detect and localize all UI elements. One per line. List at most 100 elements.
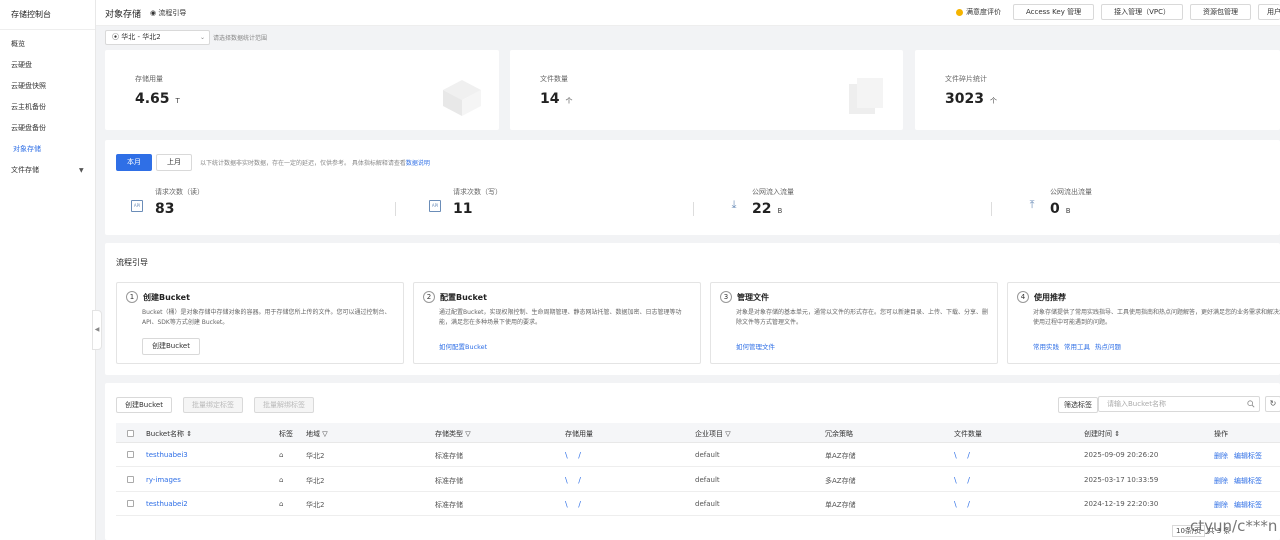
data-note-link[interactable]: 数据说明 — [406, 160, 430, 167]
sort-icon: ⇕ — [186, 430, 193, 438]
storage-type-cell: 标准存储 — [435, 501, 463, 509]
metric-outbound: ⤒ 公网流出流量 0B — [1026, 185, 1276, 225]
access-key-button[interactable]: Access Key 管理 — [1012, 4, 1095, 20]
created-cell: 2024-12-19 22:20:30 — [1084, 500, 1159, 508]
edit-tag-link[interactable]: 编辑标签 — [1234, 477, 1262, 485]
chevron-left-icon: ◀ — [94, 326, 100, 333]
row-checkbox[interactable] — [127, 476, 134, 483]
bucket-name-link[interactable]: testhuabei3 — [146, 451, 188, 459]
row-checkbox[interactable] — [127, 500, 134, 507]
filter-icon: ▽ — [465, 430, 471, 438]
practice-link[interactable]: 常用实践 — [1033, 341, 1059, 351]
redundancy-cell: 单AZ存储 — [825, 501, 856, 509]
refresh-icon: ↻ — [1269, 399, 1277, 408]
step-number: 2 — [423, 291, 435, 303]
delete-link[interactable]: 删除 — [1214, 501, 1228, 509]
sidebar-item-file-storage[interactable]: 文件存储 ▼ — [0, 160, 95, 181]
step-number: 4 — [1017, 291, 1029, 303]
resource-pack-button[interactable]: 资源包管理 — [1190, 4, 1251, 20]
eye-icon: ◉ — [150, 9, 157, 17]
loading-spinner-icon: \ / — [565, 476, 585, 485]
project-cell: default — [695, 451, 720, 459]
bucket-name-link[interactable]: testhuabei2 — [146, 500, 188, 508]
bucket-name-link[interactable]: ry-images — [146, 476, 181, 484]
stat-label: 存储用量 — [135, 75, 163, 83]
api-icon: API — [131, 200, 143, 212]
batch-bind-tag-button[interactable]: 批量绑定标签 — [182, 397, 243, 413]
filter-tag-button[interactable]: 筛选标签 — [1058, 397, 1098, 413]
satisfaction-link[interactable]: 满意度评价 — [955, 7, 1001, 17]
region-cell: 华北2 — [306, 452, 325, 460]
stat-label: 文件碎片统计 — [945, 75, 987, 83]
user-button[interactable]: 用户 — [1258, 4, 1280, 20]
vpc-access-button[interactable]: 接入管理（VPC） — [1101, 4, 1183, 20]
sidebar-item-disk-snapshot[interactable]: 云硬盘快照 — [0, 76, 95, 97]
col-tag: 标签 — [279, 430, 293, 438]
col-ops: 操作 — [1214, 430, 1228, 438]
col-storage-type[interactable]: 存储类型 ▽ — [435, 429, 471, 439]
step-title: 管理文件 — [737, 293, 769, 302]
edit-tag-link[interactable]: 编辑标签 — [1234, 501, 1262, 509]
create-bucket-button[interactable]: 创建Bucket — [116, 397, 172, 413]
filter-icon: ▽ — [322, 430, 328, 438]
metric-inbound: ⤓ 公网流入流量 22 B — [728, 185, 978, 225]
period-tip: 以下统计数据非实时数据，存在一定的延迟，仅供参考。 具体指标解释请查看数据说明 — [200, 160, 430, 167]
delete-link[interactable]: 删除 — [1214, 477, 1228, 485]
sidebar-item-vm-backup[interactable]: 云主机备份 — [0, 97, 95, 118]
tools-link[interactable]: 常用工具 — [1064, 341, 1090, 351]
tag-icon[interactable]: ⌂ — [279, 476, 283, 484]
delete-link[interactable]: 删除 — [1214, 452, 1228, 460]
sidebar-item-object-storage[interactable]: 对象存储 — [0, 139, 95, 160]
config-bucket-link[interactable]: 如何配置Bucket — [439, 341, 487, 351]
created-cell: 2025-09-09 20:26:20 — [1084, 451, 1159, 459]
api-icon: API — [429, 200, 441, 212]
upload-icon: ⤒ — [1029, 198, 1035, 211]
refresh-button[interactable]: ↻ — [1265, 396, 1280, 412]
ops-cell: 删除 编辑标签 — [1214, 500, 1268, 510]
tab-last-month[interactable]: 上月 — [156, 154, 192, 171]
col-created[interactable]: 创建时间 ⇕ — [1084, 429, 1120, 439]
create-bucket-step-button[interactable]: 创建Bucket — [142, 338, 200, 355]
row-checkbox[interactable] — [127, 451, 134, 458]
col-usage: 存储用量 — [565, 430, 593, 438]
sidebar-item-overview[interactable]: 概览 — [0, 34, 95, 55]
batch-unbind-tag-button[interactable]: 批量解绑标签 — [253, 397, 314, 413]
sidebar-item-cloud-disk[interactable]: 云硬盘 — [0, 55, 95, 76]
manage-files-link[interactable]: 如何管理文件 — [736, 341, 775, 351]
col-name[interactable]: Bucket名称 ⇕ — [146, 429, 192, 439]
watermark: ctyun/c***n — [1190, 517, 1278, 535]
region-select[interactable]: ⦿ 华北 - 华北2 ⌄ — [105, 30, 210, 45]
step-number: 3 — [720, 291, 732, 303]
sort-icon: ⇕ — [1114, 430, 1121, 438]
fragment-card: 文件碎片统计 3023 个 — [915, 50, 1280, 130]
metric-label: 公网流入流量 — [752, 188, 794, 196]
loading-spinner-icon: \ / — [954, 476, 974, 485]
step-config-bucket: 2 配置Bucket 通过配置Bucket，实现权限控制、生命周期管理、静态网站… — [413, 282, 701, 364]
metric-value: 83 — [155, 201, 175, 217]
region-cell: 华北2 — [306, 477, 325, 485]
project-cell: default — [695, 500, 720, 508]
stat-value: 4.65 T — [135, 91, 180, 107]
sidebar-item-disk-backup[interactable]: 云硬盘备份 — [0, 118, 95, 139]
step-create-bucket: 1 创建Bucket Bucket（桶）是对象存储中存储对象的容器。用于存储您所… — [116, 282, 404, 364]
tab-this-month[interactable]: 本月 — [116, 154, 152, 171]
table-header: Bucket名称 ⇕ 标签 地域 ▽ 存储类型 ▽ 存储用量 企业项目 ▽ 冗余… — [116, 423, 1280, 443]
smile-icon — [955, 8, 963, 16]
edit-tag-link[interactable]: 编辑标签 — [1234, 452, 1262, 460]
col-region[interactable]: 地域 ▽ — [306, 429, 328, 439]
search-icon — [1247, 400, 1255, 408]
divider — [693, 202, 694, 216]
bucket-search-input[interactable]: 请输入Bucket名称 — [1098, 396, 1260, 412]
select-all-checkbox[interactable] — [127, 430, 134, 437]
metric-read: API 请求次数（读） 83 — [131, 185, 381, 225]
tag-icon[interactable]: ⌂ — [279, 500, 283, 508]
loading-spinner-icon: \ / — [565, 500, 585, 509]
filter-icon: ▽ — [725, 430, 731, 438]
tag-icon[interactable]: ⌂ — [279, 451, 283, 459]
sidebar-collapse-handle[interactable]: ◀ — [92, 310, 102, 350]
step-title: 使用推荐 — [1034, 293, 1066, 302]
guide-link[interactable]: ◉ 流程引导 — [150, 8, 186, 18]
hot-questions-link[interactable]: 热点问题 — [1095, 341, 1121, 351]
col-project[interactable]: 企业项目 ▽ — [695, 429, 731, 439]
step-desc: 对象是对象存储的基本单元，通常以文件的形式存在。您可以新建目录、上传、下载、分享… — [736, 309, 989, 326]
